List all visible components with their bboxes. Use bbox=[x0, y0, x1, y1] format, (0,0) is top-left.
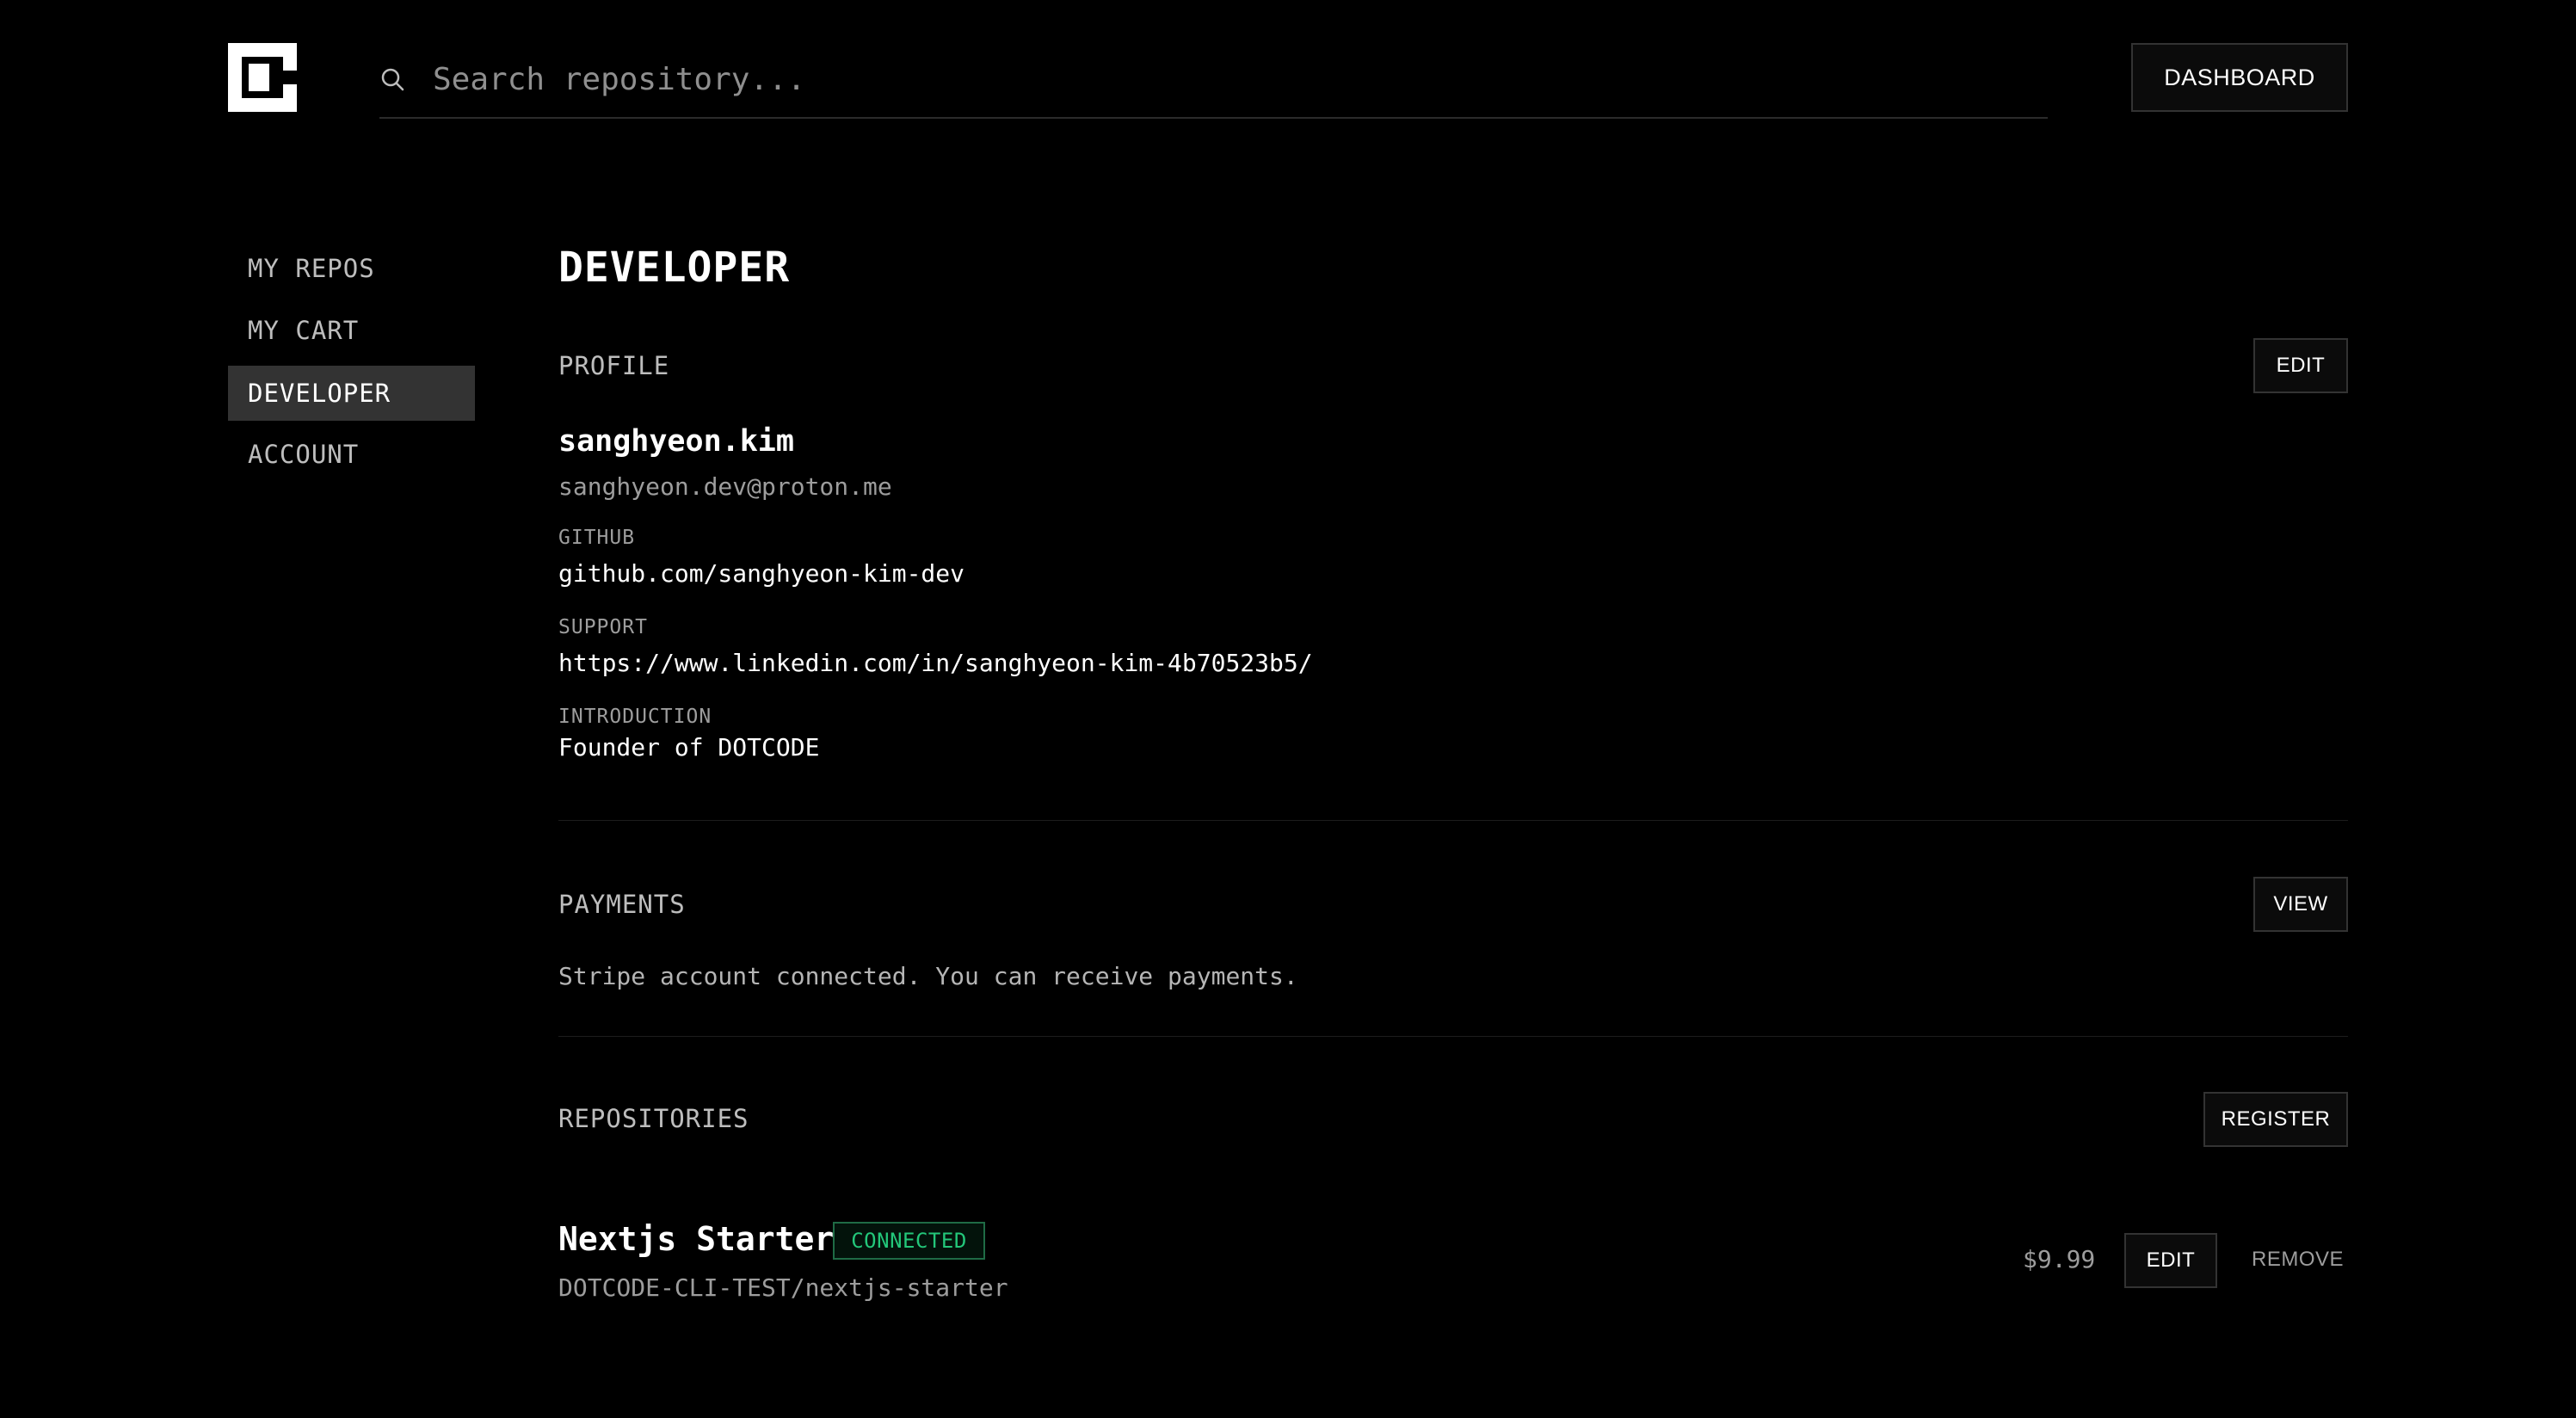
repository-path: DOTCODE-CLI-TEST/nextjs-starter bbox=[558, 1273, 1008, 1302]
repositories-section-title: REPOSITORIES bbox=[558, 1104, 749, 1133]
sidebar-item-developer[interactable]: DEVELOPER bbox=[228, 366, 475, 421]
profile-email: sanghyeon.dev@proton.me bbox=[558, 472, 892, 501]
github-label: GITHUB bbox=[558, 527, 636, 549]
repository-name[interactable]: Nextjs Starter bbox=[558, 1220, 834, 1258]
sidebar-item-my-repos[interactable]: MY REPOS bbox=[228, 241, 475, 296]
profile-section-title: PROFILE bbox=[558, 351, 670, 380]
sidebar-item-account[interactable]: ACCOUNT bbox=[228, 427, 475, 482]
dotcode-logo-icon[interactable] bbox=[228, 43, 297, 112]
sidebar-item-my-cart[interactable]: MY CART bbox=[228, 303, 475, 358]
payments-view-button[interactable]: VIEW bbox=[2253, 877, 2348, 932]
search-input[interactable] bbox=[433, 61, 1981, 97]
divider bbox=[558, 1036, 2348, 1037]
search-bar[interactable] bbox=[379, 41, 2048, 119]
support-label: SUPPORT bbox=[558, 616, 648, 638]
support-value: https://www.linkedin.com/in/sanghyeon-ki… bbox=[558, 649, 1313, 677]
search-icon bbox=[381, 68, 404, 91]
repository-price: $9.99 bbox=[2023, 1245, 2096, 1273]
introduction-value: Founder of DOTCODE bbox=[558, 733, 820, 761]
repository-remove-button[interactable]: REMOVE bbox=[2252, 1248, 2344, 1272]
github-value: github.com/sanghyeon-kim-dev bbox=[558, 559, 965, 588]
divider bbox=[558, 820, 2348, 821]
profile-edit-button[interactable]: EDIT bbox=[2253, 338, 2348, 393]
payments-section-title: PAYMENTS bbox=[558, 890, 686, 919]
register-button[interactable]: REGISTER bbox=[2203, 1092, 2348, 1147]
dashboard-button[interactable]: DASHBOARD bbox=[2131, 43, 2348, 112]
repository-edit-button[interactable]: EDIT bbox=[2124, 1233, 2217, 1288]
page-title: DEVELOPER bbox=[558, 244, 791, 292]
status-badge: CONNECTED bbox=[833, 1222, 985, 1260]
introduction-label: INTRODUCTION bbox=[558, 706, 712, 728]
payments-status-text: Stripe account connected. You can receiv… bbox=[558, 962, 1298, 990]
profile-name: sanghyeon.kim bbox=[558, 424, 794, 459]
